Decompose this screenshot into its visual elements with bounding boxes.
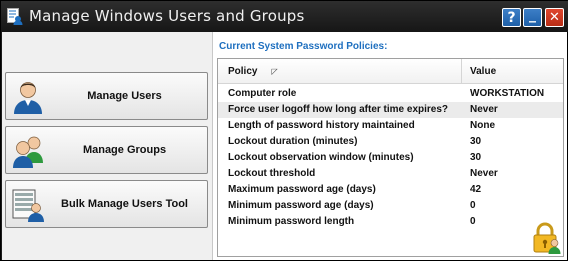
bulk-users-icon bbox=[12, 189, 44, 222]
title-bar[interactable]: Manage Windows Users and Groups ? _ ✕ bbox=[1, 1, 568, 32]
table-body: Computer role WORKSTATION Force user log… bbox=[218, 86, 563, 230]
policy-cell: Minimum password length bbox=[228, 216, 355, 227]
table-row[interactable]: Length of password history maintained No… bbox=[218, 118, 563, 134]
value-cell: 0 bbox=[470, 200, 476, 211]
manage-users-label: Manage Users bbox=[87, 90, 162, 102]
help-icon: ? bbox=[507, 9, 516, 26]
bulk-manage-users-button[interactable]: Bulk Manage Users Tool bbox=[5, 180, 208, 228]
minimize-button[interactable]: _ bbox=[523, 6, 542, 27]
table-row[interactable]: Minimum password length 0 bbox=[218, 214, 563, 230]
value-cell: None bbox=[470, 120, 495, 131]
close-icon: ✕ bbox=[549, 10, 560, 25]
group-icon bbox=[13, 136, 43, 168]
value-cell: Never bbox=[470, 168, 498, 179]
value-column-label: Value bbox=[470, 66, 497, 77]
table-row[interactable]: Force user logoff how long after time ex… bbox=[218, 102, 563, 118]
close-button[interactable]: ✕ bbox=[545, 8, 564, 27]
table-row[interactable]: Lockout threshold Never bbox=[218, 166, 563, 182]
manage-users-button[interactable]: Manage Users bbox=[5, 72, 208, 120]
user-icon bbox=[14, 82, 42, 114]
policy-cell: Computer role bbox=[228, 88, 297, 99]
policies-panel: Current System Password Policies: Policy… bbox=[214, 32, 567, 260]
app-icon bbox=[7, 8, 23, 25]
policy-cell: Minimum password age (days) bbox=[228, 200, 374, 211]
table-row[interactable]: Maximum password age (days) 42 bbox=[218, 182, 563, 198]
table-row[interactable]: Computer role WORKSTATION bbox=[218, 86, 563, 102]
policy-cell: Maximum password age (days) bbox=[228, 184, 376, 195]
policy-cell: Length of password history maintained bbox=[228, 120, 415, 131]
value-cell: 42 bbox=[470, 184, 482, 195]
policy-cell: Lockout observation window (minutes) bbox=[228, 152, 414, 163]
value-cell: 30 bbox=[470, 152, 482, 163]
sort-icon: ◸ bbox=[271, 67, 278, 76]
policies-title: Current System Password Policies: bbox=[219, 41, 388, 52]
value-cell: 30 bbox=[470, 136, 482, 147]
app-window: Manage Windows Users and Groups ? _ ✕ Ma… bbox=[0, 0, 568, 261]
lock-user-icon bbox=[533, 222, 561, 254]
policy-cell: Force user logoff how long after time ex… bbox=[228, 104, 449, 115]
policy-column-label: Policy bbox=[228, 66, 258, 77]
manage-groups-label: Manage Groups bbox=[82, 144, 167, 156]
client-area: Manage Users Manage Groups Bulk Manage U… bbox=[2, 32, 567, 260]
value-cell: 0 bbox=[470, 216, 476, 227]
sidebar: Manage Users Manage Groups Bulk Manage U… bbox=[2, 32, 213, 260]
window-title: Manage Windows Users and Groups bbox=[29, 7, 305, 25]
manage-groups-button[interactable]: Manage Groups bbox=[5, 126, 208, 174]
policy-cell: Lockout duration (minutes) bbox=[228, 136, 358, 147]
policy-cell: Lockout threshold bbox=[228, 168, 316, 179]
bulk-manage-users-label: Bulk Manage Users Tool bbox=[61, 198, 188, 210]
help-button[interactable]: ? bbox=[502, 8, 521, 27]
table-row[interactable]: Lockout duration (minutes) 30 bbox=[218, 134, 563, 150]
minimize-icon: _ bbox=[529, 6, 536, 23]
table-row[interactable]: Lockout observation window (minutes) 30 bbox=[218, 150, 563, 166]
value-cell: WORKSTATION bbox=[470, 88, 545, 99]
table-row[interactable]: Minimum password age (days) 0 bbox=[218, 198, 563, 214]
value-cell: Never bbox=[470, 104, 498, 115]
value-column-header[interactable]: Value bbox=[463, 59, 563, 84]
policies-table[interactable]: Policy ◸ Value Computer role WORKSTATION… bbox=[217, 58, 564, 257]
table-header: Policy ◸ Value bbox=[218, 59, 563, 84]
policy-column-header[interactable]: Policy ◸ bbox=[218, 59, 462, 84]
